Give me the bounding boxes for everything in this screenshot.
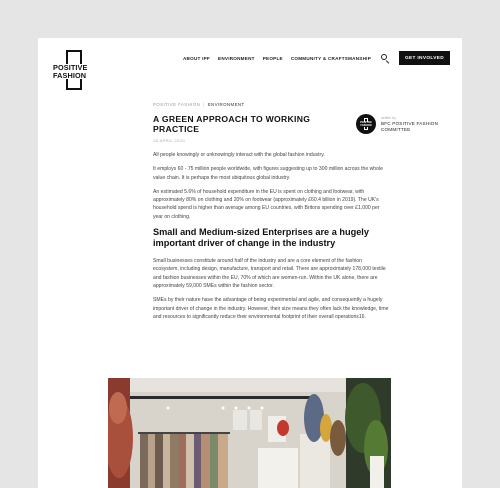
article-paragraph: An estimated 5.6% of household expenditu… (153, 188, 380, 220)
article-paragraph: All people knowingly or unknowingly inte… (153, 152, 325, 158)
article-paragraph: Small businesses constitute around half … (153, 258, 386, 289)
boutique-photo-illustration (108, 378, 391, 488)
positive-fashion-logo[interactable]: POSITIVE FASHION (53, 50, 95, 90)
nav-item-environment[interactable]: ENVIRONMENT (218, 56, 255, 61)
search-icon-handle (385, 59, 389, 64)
article-subheading: Small and Medium-sized Enterprises are a… (153, 227, 369, 249)
breadcrumb: POSITIVE FASHION | ENVIRONMENT (153, 102, 245, 107)
logo-text: POSITIVE FASHION (53, 64, 95, 79)
nav-item-about[interactable]: ABOUT IPF (183, 56, 210, 61)
logo-cross-bottom (66, 88, 82, 90)
breadcrumb-current[interactable]: ENVIRONMENT (208, 102, 245, 107)
author-block[interactable]: POSITIVE FASHION written by BFC POSITIVE… (356, 114, 456, 136)
article-paragraph: SMEs by their nature have the advantage … (153, 297, 389, 320)
author-by-label: written by (381, 116, 396, 120)
article-body: All people knowingly or unknowingly inte… (153, 151, 389, 327)
article-paragraph: It employs 60 - 75 million people worldw… (153, 166, 383, 181)
logo-line-2: FASHION (53, 70, 87, 80)
article-date: 18 APRIL 2020 (153, 138, 185, 143)
page-title: A GREEN APPROACH TO WORKING PRACTICE (153, 114, 311, 134)
nav-item-people[interactable]: PEOPLE (263, 56, 283, 61)
avatar-logo-text: POSITIVE FASHION (359, 121, 373, 128)
avatar: POSITIVE FASHION (356, 114, 376, 134)
get-involved-button[interactable]: GET INVOLVED (399, 51, 450, 65)
author-name[interactable]: BFC POSITIVE FASHION COMMITTEE (381, 121, 456, 132)
article-photo (108, 378, 391, 488)
main-nav: ABOUT IPF ENVIRONMENT PEOPLE COMMUNITY &… (175, 51, 450, 65)
breadcrumb-separator: | (203, 102, 205, 107)
page-container: POSITIVE FASHION ABOUT IPF ENVIRONMENT P… (38, 38, 462, 488)
logo-cross-top (66, 50, 82, 52)
breadcrumb-parent[interactable]: POSITIVE FASHION (153, 102, 200, 107)
nav-item-community[interactable]: COMMUNITY & CRAFTSMANSHIP (291, 56, 371, 61)
search-icon[interactable] (380, 53, 390, 64)
